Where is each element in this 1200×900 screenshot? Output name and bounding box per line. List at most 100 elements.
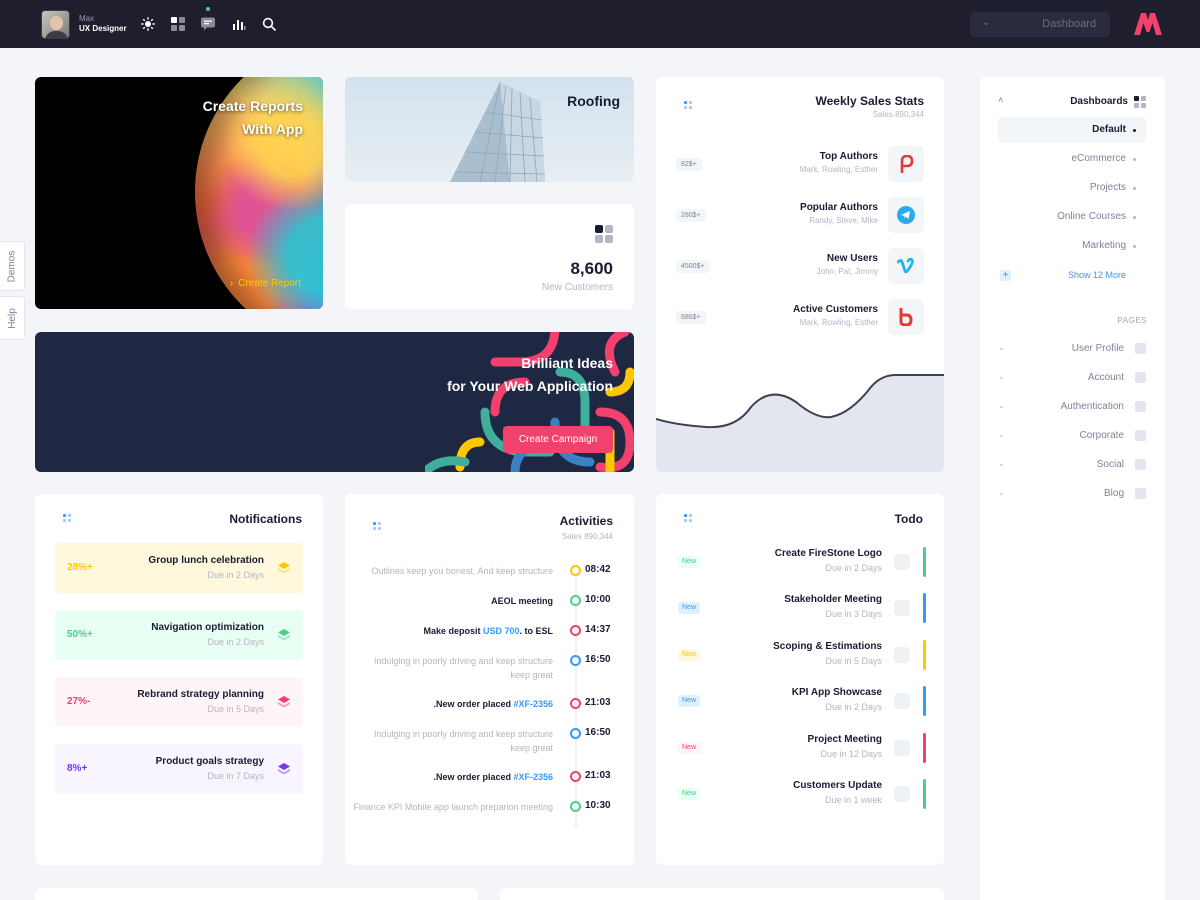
create-campaign-button[interactable]: Create Campaign [503, 426, 613, 453]
todo-item: New Scoping & Estimations Due in 5 Days [676, 640, 926, 670]
timeline-text-part: .New order placed [433, 699, 514, 709]
todo-checkbox[interactable] [894, 554, 910, 570]
activities-title: Activities [559, 514, 613, 528]
sidebar-item-label: Online Courses [1057, 211, 1126, 222]
sidebar-item-blog[interactable]: ⌄ Blog [998, 488, 1146, 502]
timeline-link[interactable]: #XF-2356 [513, 772, 553, 782]
todo-item-title: Stakeholder Meeting [784, 594, 882, 605]
amount-badge: 280$+ [676, 209, 706, 222]
amount-badge: 686$+ [676, 311, 706, 324]
timeline-time: 16:50 [585, 727, 611, 738]
row-title: New Users [826, 253, 878, 264]
timeline-link[interactable]: USD 700 [483, 626, 520, 636]
todo-tag: New [678, 649, 701, 661]
sidebar-item-projects[interactable]: Projects [998, 175, 1146, 201]
layout-icon[interactable] [169, 15, 187, 33]
timeline-text: Indulging in poorly driving and keep str… [373, 656, 553, 680]
user-role: UX Designer [79, 24, 127, 33]
show-more-link[interactable]: + Show 12 More [998, 270, 1146, 284]
sidebar-item-online-courses[interactable]: Online Courses [998, 204, 1146, 230]
aside-menu: ˄ Dashboards Default eCommerce Projects … [980, 77, 1165, 900]
stats-icon[interactable] [230, 15, 248, 33]
bullet-icon [1133, 158, 1136, 161]
user-avatar[interactable] [41, 10, 70, 39]
sidebar-item-label: User Profile [1071, 343, 1124, 354]
menu-dots-icon[interactable] [373, 522, 383, 532]
amount-badge: 82$+ [676, 158, 702, 171]
sidebar-item-marketing[interactable]: Marketing [998, 233, 1146, 259]
notification-percent: 28%+ [67, 562, 93, 573]
chevron-down-icon: ⌄ [998, 488, 1005, 497]
list-item[interactable]: 280$+ Popular Authors Randy, Steve, Mike [676, 197, 924, 233]
document-icon [1135, 430, 1146, 441]
timeline-link[interactable]: #XF-2356 [513, 699, 553, 709]
chevron-right-icon: › [229, 278, 234, 289]
sidebar-item-user-profile[interactable]: ⌄ User Profile [998, 343, 1146, 357]
chat-icon[interactable] [199, 15, 217, 33]
sidebar-item-authentication[interactable]: ⌄ Authentication [998, 401, 1146, 415]
pinterest-like-icon [888, 146, 924, 182]
list-item[interactable]: 686$+ Active Customers Mark, Rowling, Es… [676, 299, 924, 335]
chevron-down-icon: ⌄ [998, 401, 1005, 410]
menu-dots-icon[interactable] [684, 514, 694, 524]
todo-checkbox[interactable] [894, 693, 910, 709]
bullet-icon [1133, 129, 1136, 132]
todo-checkbox[interactable] [894, 600, 910, 616]
list-item[interactable]: 4500$+ New Users John, Pat, Jimmy [676, 248, 924, 284]
todo-item-due: Due in 2 Days [825, 702, 882, 712]
timeline-time: 08:42 [585, 564, 611, 575]
notification-dot [206, 7, 210, 11]
create-report-link[interactable]: › Create Report [230, 278, 301, 289]
sidebar-item-account[interactable]: ⌄ Account [998, 372, 1146, 386]
ideas-title-line2: for Your Web Application [447, 378, 613, 394]
todo-status-bar [923, 593, 926, 623]
timeline-text: .New order placed #XF-2356 [353, 697, 553, 711]
notification-title: Navigation optimization [151, 622, 264, 633]
timeline-text: Outlines keep you honest. And keep struc… [371, 566, 553, 576]
notification-item[interactable]: 50%+ Navigation optimization Due in 2 Da… [55, 610, 303, 660]
chevron-down-icon: ⌄ [982, 17, 991, 28]
sidebar-item-social[interactable]: ⌄ Social [998, 459, 1146, 473]
timeline-time: 16:50 [585, 654, 611, 665]
sidebar-item-default[interactable]: Default [998, 117, 1146, 143]
todo-checkbox[interactable] [894, 647, 910, 663]
list-item[interactable]: 82$+ Top Authors Mark, Rowling, Esther [676, 146, 924, 182]
notification-item[interactable]: 8%+ Product goals strategy Due in 7 Days [55, 744, 303, 794]
dashboard-select[interactable]: ⌄ Dashboard [970, 12, 1110, 37]
sidebar-item-label: Default [1092, 124, 1126, 135]
todo-item-due: Due in 12 Days [820, 749, 882, 759]
telegram-icon [888, 197, 924, 233]
help-tab[interactable]: Help [0, 296, 25, 340]
todo-item-due: Due in 5 Days [825, 656, 882, 666]
timeline-text-part: Make deposit [423, 626, 483, 636]
notification-item[interactable]: 28%+ Group lunch celebration Due in 2 Da… [55, 543, 303, 593]
timeline-marker [570, 595, 581, 606]
todo-tag: New [678, 556, 701, 568]
demos-tab[interactable]: Demos [0, 241, 25, 291]
aside-dashboards-header[interactable]: ˄ Dashboards [998, 95, 1146, 109]
todo-item: New KPI App Showcase Due in 2 Days [676, 686, 926, 716]
reports-title-line2: With App [242, 121, 303, 137]
help-tab-label: Help [6, 307, 18, 329]
timeline-marker [570, 698, 581, 709]
roofing-title: Roofing [567, 93, 620, 109]
todo-checkbox[interactable] [894, 786, 910, 802]
layers-icon [278, 562, 290, 574]
sidebar-item-ecommerce[interactable]: eCommerce [998, 146, 1146, 172]
bullet-icon [1133, 216, 1136, 219]
menu-dots-icon[interactable] [63, 514, 73, 524]
customers-label: New Customers [541, 282, 613, 293]
todo-item-title: Scoping & Estimations [773, 641, 882, 652]
bottom-card-left [35, 888, 478, 900]
sidebar-item-corporate[interactable]: ⌄ Corporate [998, 430, 1146, 444]
todo-status-bar [923, 733, 926, 763]
reports-title: Create Reports With App [103, 95, 303, 141]
search-icon[interactable] [260, 15, 278, 33]
sun-icon[interactable] [139, 15, 157, 33]
brand-logo[interactable] [1133, 12, 1163, 36]
notification-title: Rebrand strategy planning [137, 689, 264, 700]
notification-item[interactable]: 27%- Rebrand strategy planning Due in 5 … [55, 677, 303, 727]
bottom-card-right [500, 888, 944, 900]
menu-dots-icon[interactable] [684, 101, 694, 111]
todo-checkbox[interactable] [894, 740, 910, 756]
